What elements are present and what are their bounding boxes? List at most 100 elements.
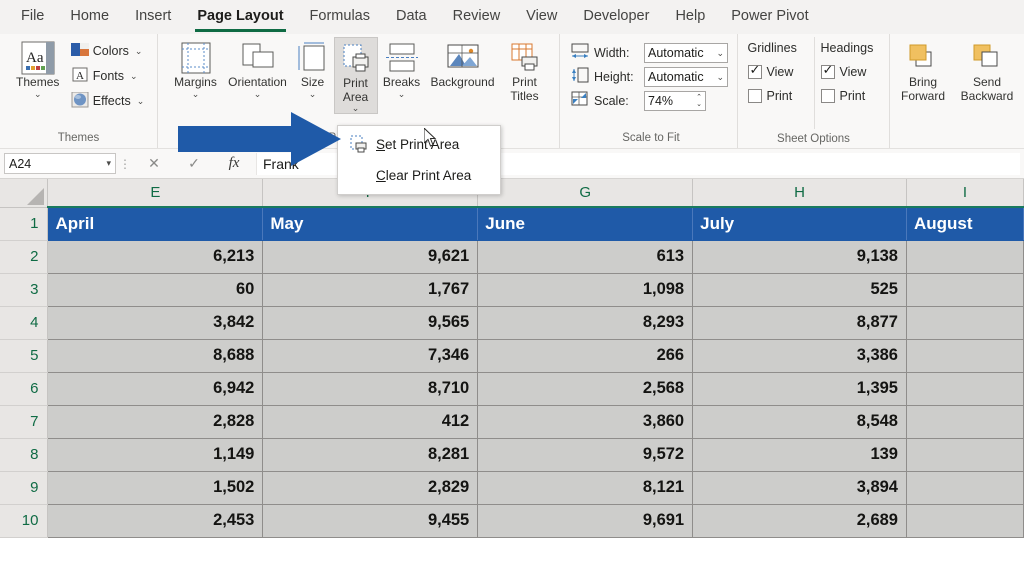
cell-F8[interactable]: 8,281 xyxy=(263,438,478,471)
size-button[interactable]: Size ⌄ xyxy=(292,37,334,99)
cell-E8[interactable]: 1,149 xyxy=(48,438,263,471)
enter-icon[interactable]: ✓ xyxy=(174,152,214,176)
bring-forward-button[interactable]: Bring Forward xyxy=(892,37,954,103)
cell-G10[interactable]: 9,691 xyxy=(478,504,693,537)
margins-button[interactable]: Margins ⌄ xyxy=(168,37,224,99)
tab-formulas[interactable]: Formulas xyxy=(297,3,383,31)
cell-F1[interactable]: May xyxy=(263,207,478,240)
column-header-G[interactable]: G xyxy=(478,179,693,207)
cell-G2[interactable]: 613 xyxy=(478,240,693,273)
gridlines-print-row[interactable]: Print xyxy=(748,84,808,108)
column-header-H[interactable]: H xyxy=(693,179,907,207)
tab-developer[interactable]: Developer xyxy=(570,3,662,31)
cell-I10[interactable] xyxy=(906,504,1023,537)
cell-F5[interactable]: 7,346 xyxy=(263,339,478,372)
print-titles-button[interactable]: Print Titles xyxy=(500,37,550,103)
tab-file[interactable]: File xyxy=(8,3,57,31)
theme-fonts-button[interactable]: A Fonts ⌄ xyxy=(67,65,149,87)
cell-I1[interactable]: August xyxy=(906,207,1023,240)
background-button[interactable]: Background xyxy=(426,37,500,90)
cell-I6[interactable] xyxy=(906,372,1023,405)
orientation-button[interactable]: Orientation ⌄ xyxy=(224,37,292,99)
width-select[interactable]: Automatic ⌄ xyxy=(644,43,728,63)
height-select[interactable]: Automatic ⌄ xyxy=(644,67,728,87)
cell-I8[interactable] xyxy=(906,438,1023,471)
theme-colors-button[interactable]: Colors ⌄ xyxy=(67,40,149,62)
headings-view-row[interactable]: View xyxy=(821,60,880,84)
cell-G9[interactable]: 8,121 xyxy=(478,471,693,504)
cell-I5[interactable] xyxy=(906,339,1023,372)
chevron-down-icon[interactable]: ⌄ xyxy=(716,49,724,58)
cell-I7[interactable] xyxy=(906,405,1023,438)
cell-I4[interactable] xyxy=(906,306,1023,339)
cell-I3[interactable] xyxy=(906,273,1023,306)
gridlines-print-checkbox[interactable] xyxy=(748,89,762,103)
tab-help[interactable]: Help xyxy=(662,3,718,31)
row-header-6[interactable]: 6 xyxy=(0,372,48,405)
chevron-down-icon[interactable]: ⌄ xyxy=(137,97,145,106)
cell-H4[interactable]: 8,877 xyxy=(693,306,907,339)
column-header-I[interactable]: I xyxy=(906,179,1023,207)
row-header-9[interactable]: 9 xyxy=(0,471,48,504)
gridlines-view-row[interactable]: View xyxy=(748,60,808,84)
tab-view[interactable]: View xyxy=(513,3,570,31)
cell-I9[interactable] xyxy=(906,471,1023,504)
insert-function-icon[interactable]: fx xyxy=(214,152,254,176)
theme-effects-button[interactable]: Effects ⌄ xyxy=(67,90,149,112)
gridlines-view-checkbox[interactable] xyxy=(748,65,762,79)
cell-F4[interactable]: 9,565 xyxy=(263,306,478,339)
cell-H8[interactable]: 139 xyxy=(693,438,907,471)
cell-F2[interactable]: 9,621 xyxy=(263,240,478,273)
cell-E10[interactable]: 2,453 xyxy=(48,504,263,537)
cell-E2[interactable]: 6,213 xyxy=(48,240,263,273)
cell-H3[interactable]: 525 xyxy=(693,273,907,306)
row-header-1[interactable]: 1 xyxy=(0,207,48,240)
cell-H7[interactable]: 8,548 xyxy=(693,405,907,438)
cell-F7[interactable]: 412 xyxy=(263,405,478,438)
row-header-3[interactable]: 3 xyxy=(0,273,48,306)
tab-insert[interactable]: Insert xyxy=(122,3,184,31)
headings-view-checkbox[interactable] xyxy=(821,65,835,79)
cell-H2[interactable]: 9,138 xyxy=(693,240,907,273)
cell-I2[interactable] xyxy=(906,240,1023,273)
cell-E6[interactable]: 6,942 xyxy=(48,372,263,405)
chevron-down-icon[interactable]: ⌄ xyxy=(135,47,143,56)
send-backward-button[interactable]: Send Backward xyxy=(954,37,1020,103)
cell-G1[interactable]: June xyxy=(478,207,693,240)
chevron-down-icon[interactable]: ⌄ xyxy=(309,90,317,99)
scale-stepper[interactable]: 74% ⌃⌄ xyxy=(644,91,706,111)
row-header-8[interactable]: 8 xyxy=(0,438,48,471)
headings-print-checkbox[interactable] xyxy=(821,89,835,103)
print-area-button[interactable]: Print Area ⌄ xyxy=(334,37,378,114)
row-header-4[interactable]: 4 xyxy=(0,306,48,339)
chevron-down-icon[interactable]: ⌄ xyxy=(352,104,360,113)
cell-H1[interactable]: July xyxy=(693,207,907,240)
row-header-5[interactable]: 5 xyxy=(0,339,48,372)
tab-home[interactable]: Home xyxy=(57,3,122,31)
cell-H9[interactable]: 3,894 xyxy=(693,471,907,504)
cell-F6[interactable]: 8,710 xyxy=(263,372,478,405)
headings-print-row[interactable]: Print xyxy=(821,84,880,108)
row-header-2[interactable]: 2 xyxy=(0,240,48,273)
cell-E1[interactable]: April xyxy=(48,207,263,240)
cell-H5[interactable]: 3,386 xyxy=(693,339,907,372)
cancel-icon[interactable]: ✕ xyxy=(134,152,174,176)
cell-G6[interactable]: 2,568 xyxy=(478,372,693,405)
cell-H10[interactable]: 2,689 xyxy=(693,504,907,537)
chevron-down-icon[interactable]: ⌄ xyxy=(34,90,42,99)
cell-G8[interactable]: 9,572 xyxy=(478,438,693,471)
chevron-down-icon[interactable]: ⌄ xyxy=(716,73,724,82)
chevron-down-icon[interactable]: ⌄ xyxy=(398,90,406,99)
tab-power-pivot[interactable]: Power Pivot xyxy=(718,3,821,31)
chevron-down-icon[interactable]: ⌄ xyxy=(130,72,138,81)
row-header-7[interactable]: 7 xyxy=(0,405,48,438)
tab-review[interactable]: Review xyxy=(440,3,514,31)
tab-data[interactable]: Data xyxy=(383,3,440,31)
cell-G5[interactable]: 266 xyxy=(478,339,693,372)
spinner-arrows-icon[interactable]: ⌃⌄ xyxy=(696,94,702,108)
cell-E7[interactable]: 2,828 xyxy=(48,405,263,438)
cell-G4[interactable]: 8,293 xyxy=(478,306,693,339)
breaks-button[interactable]: Breaks ⌄ xyxy=(378,37,426,99)
cell-E9[interactable]: 1,502 xyxy=(48,471,263,504)
tab-page-layout[interactable]: Page Layout xyxy=(184,3,296,31)
